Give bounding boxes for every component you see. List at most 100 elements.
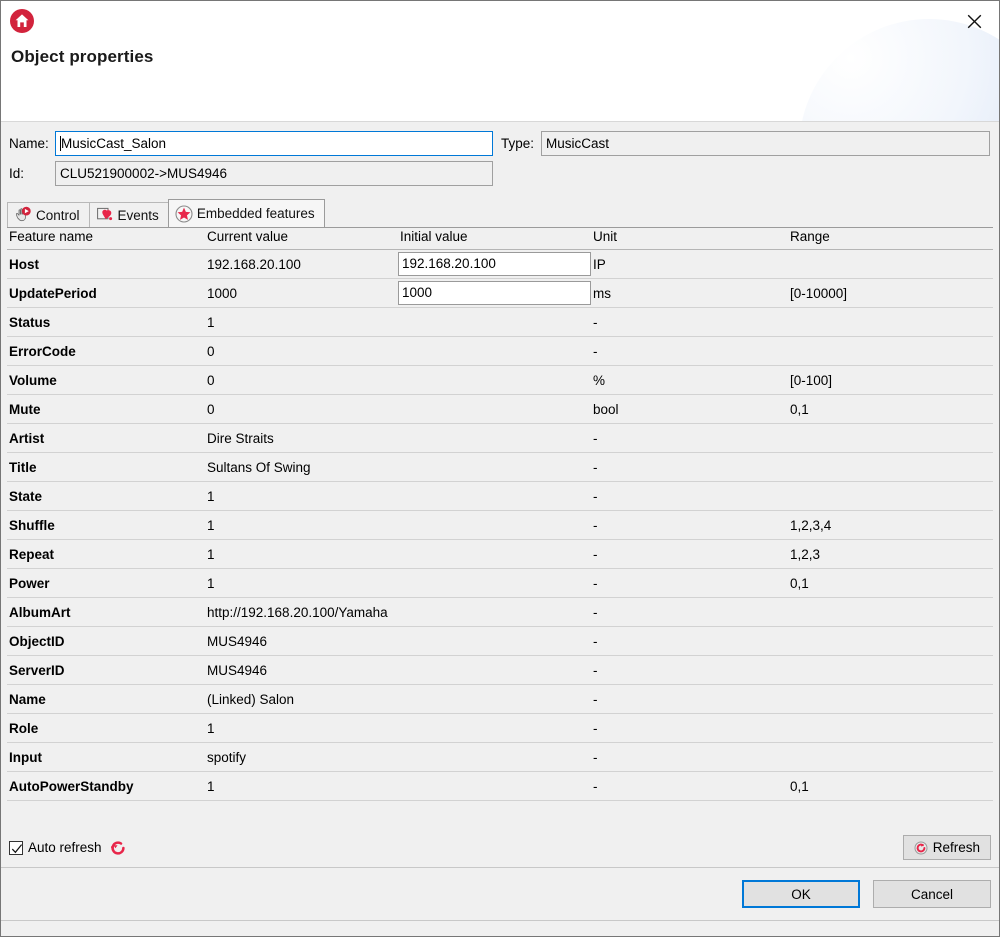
feature-name-cell: State: [7, 481, 205, 511]
tab-embedded-features-label: Embedded features: [196, 206, 315, 221]
unit-cell: -: [591, 742, 788, 772]
identity-fields: Name: MusicCast_Salon Type: MusicCast Id…: [1, 122, 999, 195]
current-value-cell: 0: [205, 365, 398, 395]
range-cell: [788, 684, 993, 714]
current-value-cell: 1: [205, 539, 398, 569]
feature-name-cell: Host: [7, 249, 205, 279]
unit-cell: %: [591, 365, 788, 395]
table-row: Host 192.168.20.100 192.168.20.100 IP: [7, 249, 993, 279]
feature-name-cell: AutoPowerStandby: [7, 771, 205, 801]
cancel-button-label: Cancel: [910, 886, 954, 902]
name-row: Name: MusicCast_Salon Type: MusicCast: [9, 131, 991, 156]
initial-value-input[interactable]: 1000: [398, 281, 591, 305]
table-row: Volume 0% [0-100]: [7, 365, 993, 395]
feature-name-cell: Volume: [7, 365, 205, 395]
unit-cell: -: [591, 336, 788, 366]
unit-cell: -: [591, 771, 788, 801]
feature-name-cell: Repeat: [7, 539, 205, 569]
current-value-cell: spotify: [205, 742, 398, 772]
id-row: Id: CLU521900002->MUS4946: [9, 161, 991, 186]
initial-value-cell: [398, 539, 591, 569]
range-cell: 0,1: [788, 394, 993, 424]
name-input[interactable]: MusicCast_Salon: [55, 131, 493, 156]
tab-events-label: Events: [117, 207, 159, 223]
range-cell: [788, 249, 993, 279]
tab-embedded-features[interactable]: Embedded features: [167, 199, 325, 227]
range-cell: [788, 626, 993, 656]
star-circle-icon: [175, 204, 193, 223]
tab-control[interactable]: Control: [7, 202, 90, 227]
initial-value-cell: [398, 394, 591, 424]
close-button[interactable]: [957, 7, 991, 35]
event-flag-icon: [96, 206, 114, 224]
initial-value-cell: [398, 336, 591, 366]
column-header-unit: Unit: [591, 228, 788, 250]
range-cell: 0,1: [788, 771, 993, 801]
tab-events[interactable]: Events: [88, 202, 169, 227]
feature-name-cell: Title: [7, 452, 205, 482]
refresh-icon: [914, 841, 928, 855]
unit-cell: -: [591, 684, 788, 714]
ok-button[interactable]: OK: [742, 880, 860, 908]
unit-cell: ms: [591, 278, 788, 308]
feature-name-cell: Status: [7, 307, 205, 337]
tab-bar: Control Events Embedded features: [7, 199, 999, 227]
table-row: Status 1 -: [7, 307, 993, 337]
range-cell: 0,1: [788, 568, 993, 598]
initial-value-cell: [398, 481, 591, 511]
current-value-cell: MUS4946: [205, 655, 398, 685]
feature-name-cell: Mute: [7, 394, 205, 424]
range-cell: [788, 452, 993, 482]
hand-cursor-icon: [14, 206, 32, 224]
refresh-bar: Auto refresh Refresh: [1, 828, 999, 868]
current-value-cell: 1: [205, 568, 398, 598]
unit-cell: -: [591, 655, 788, 685]
current-value-cell: 1: [205, 771, 398, 801]
dialog-button-bar: OK Cancel: [1, 868, 999, 920]
home-icon: [9, 8, 35, 34]
table-row: ObjectID MUS4946 -: [7, 626, 993, 656]
unit-cell: -: [591, 307, 788, 337]
unit-cell: -: [591, 626, 788, 656]
table-row: Artist Dire Straits -: [7, 423, 993, 453]
type-label: Type:: [501, 136, 535, 151]
table-row: Power 1 -0,1: [7, 568, 993, 598]
current-value-cell: 0: [205, 336, 398, 366]
name-label: Name:: [9, 136, 49, 151]
range-cell: [788, 423, 993, 453]
table-row: Input spotify -: [7, 742, 993, 772]
initial-value-cell: [398, 655, 591, 685]
unit-cell: -: [591, 452, 788, 482]
auto-refresh-checkbox[interactable]: Auto refresh: [9, 839, 127, 857]
range-cell: [788, 655, 993, 685]
checkbox-box[interactable]: [9, 840, 23, 855]
column-header-range: Range: [788, 228, 993, 250]
header-decoration-secondary: [849, 49, 999, 121]
initial-value-input[interactable]: 192.168.20.100: [398, 252, 591, 276]
current-value-cell: Sultans Of Swing: [205, 452, 398, 482]
initial-value-cell: [398, 771, 591, 801]
feature-name-cell: UpdatePeriod: [7, 278, 205, 308]
id-label: Id:: [9, 166, 25, 181]
initial-value-cell: 1000: [398, 278, 591, 308]
table-row: Shuffle 1 -1,2,3,4: [7, 510, 993, 540]
id-input: CLU521900002->MUS4946: [55, 161, 493, 186]
current-value-cell: 1: [205, 713, 398, 743]
dialog-header: Object properties: [1, 1, 999, 122]
initial-value-cell: [398, 568, 591, 598]
tab-control-label: Control: [36, 207, 80, 223]
initial-value-cell: [398, 510, 591, 540]
cancel-button[interactable]: Cancel: [873, 880, 991, 908]
refresh-button[interactable]: Refresh: [902, 835, 991, 860]
table-row: Mute 0 bool 0,1: [7, 394, 993, 424]
unit-cell: -: [591, 481, 788, 511]
feature-name-cell: ServerID: [7, 655, 205, 685]
current-value-cell: 1: [205, 307, 398, 337]
close-icon: [967, 14, 981, 28]
type-input-value: MusicCast: [546, 136, 610, 151]
initial-value-cell: [398, 423, 591, 453]
unit-cell: -: [591, 568, 788, 598]
ok-button-label: OK: [791, 886, 811, 902]
range-cell: [788, 597, 993, 627]
table-row: AutoPowerStandby 1 -0,1: [7, 771, 993, 801]
